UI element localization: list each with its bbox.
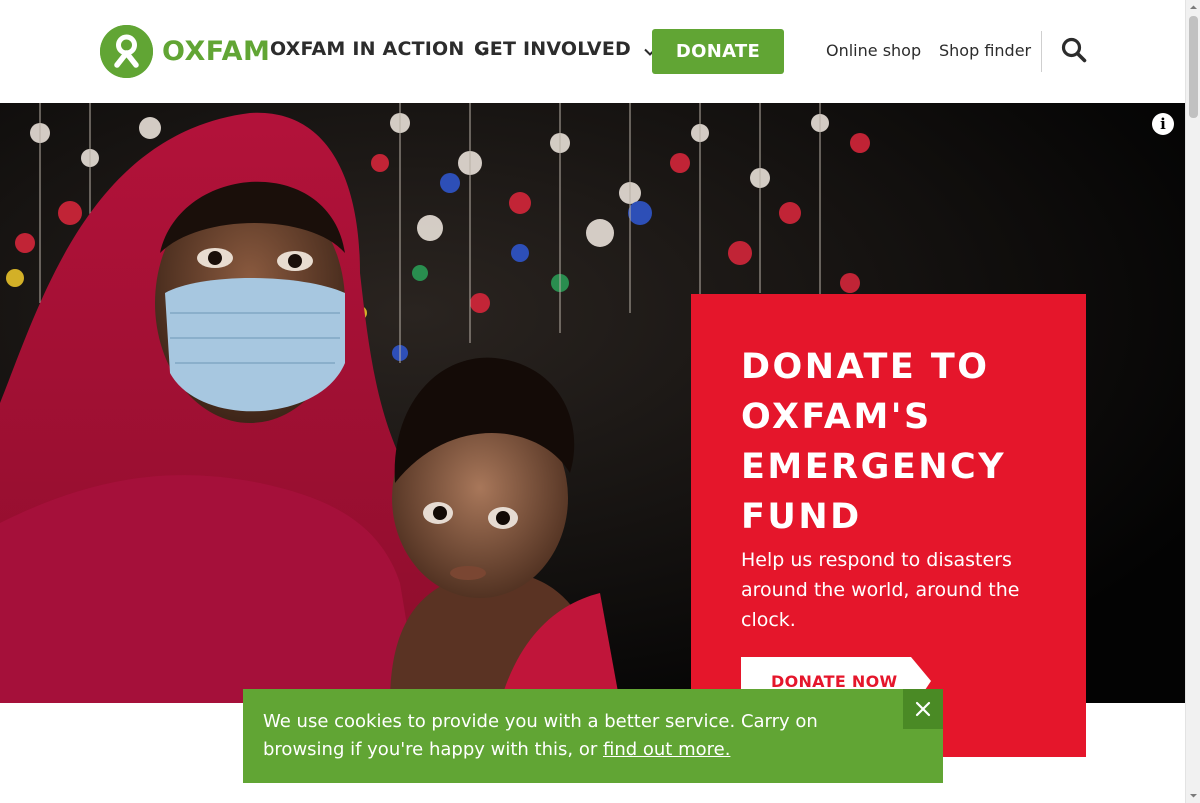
search-icon[interactable]	[1060, 36, 1088, 64]
oxfam-logo[interactable]: OXFAM	[100, 25, 270, 78]
cookie-banner: We use cookies to provide you with a bet…	[243, 689, 943, 783]
page-scrollbar[interactable]	[1185, 0, 1200, 803]
nav-get-involved-label: GET INVOLVED	[474, 38, 631, 60]
nav-get-involved[interactable]: GET INVOLVED	[474, 38, 657, 60]
nav-oxfam-in-action[interactable]: OXFAM IN ACTION	[270, 38, 490, 60]
find-out-more-link[interactable]: find out more.	[603, 739, 730, 760]
cookie-message: We use cookies to provide you with a bet…	[263, 708, 903, 764]
info-icon[interactable]: i	[1152, 113, 1174, 135]
scroll-up-icon[interactable]	[1186, 0, 1200, 15]
cookie-message-text: We use cookies to provide you with a bet…	[263, 711, 818, 760]
header-divider	[1041, 31, 1042, 72]
online-shop-link[interactable]: Online shop	[826, 41, 921, 60]
scrollbar-thumb[interactable]	[1189, 16, 1198, 118]
oxfam-logo-icon	[100, 25, 153, 78]
logo-wordmark: OXFAM	[162, 36, 271, 67]
close-icon[interactable]	[903, 689, 943, 729]
emergency-fund-callout: DONATE TO OXFAM'S EMERGENCY FUND Help us…	[691, 294, 1086, 757]
callout-text: Help us respond to disasters around the …	[741, 549, 1020, 631]
nav-oxfam-in-action-label: OXFAM IN ACTION	[270, 38, 465, 60]
callout-title: DONATE TO OXFAM'S EMERGENCY FUND	[741, 347, 1007, 537]
donate-button[interactable]: DONATE	[652, 29, 784, 74]
site-header: OXFAM OXFAM IN ACTION GET INVOLVED DONAT…	[0, 0, 1185, 103]
shop-finder-link[interactable]: Shop finder	[939, 41, 1031, 60]
scroll-down-icon[interactable]	[1186, 788, 1200, 803]
